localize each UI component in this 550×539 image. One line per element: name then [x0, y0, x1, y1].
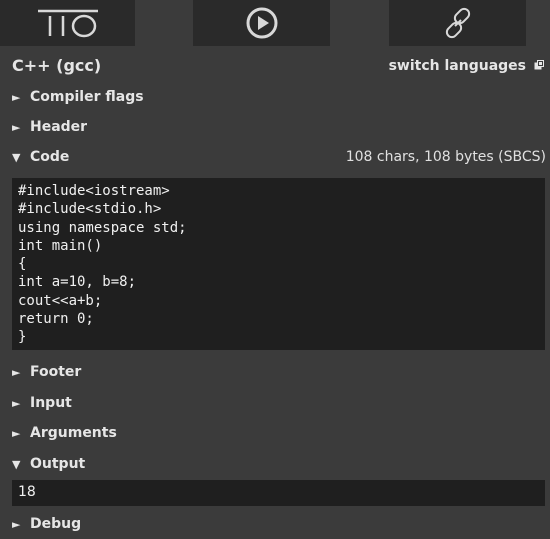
section-label: Input — [30, 395, 72, 411]
collapsed-caret-icon: ► — [12, 121, 21, 134]
code-byte-count: 108 chars, 108 bytes (SBCS) — [345, 149, 546, 165]
tio-home-button[interactable] — [0, 0, 135, 46]
section-header[interactable]: ► Header — [0, 116, 550, 142]
collapsed-caret-icon: ► — [12, 91, 21, 104]
section-output[interactable]: ▼ Output — [0, 453, 550, 479]
section-debug[interactable]: ► Debug — [0, 513, 550, 539]
switch-languages-label: switch languages — [388, 58, 526, 74]
output-field[interactable]: 18 — [12, 480, 545, 506]
permalink-icon — [445, 7, 470, 39]
section-input[interactable]: ► Input — [0, 392, 550, 418]
tio-logo-icon — [37, 9, 98, 38]
run-button[interactable] — [193, 0, 330, 46]
section-label: Header — [30, 119, 88, 135]
external-link-icon — [534, 58, 544, 74]
section-label: Footer — [30, 364, 82, 380]
collapsed-caret-icon: ► — [12, 427, 21, 440]
collapsed-caret-icon: ► — [12, 518, 21, 531]
section-code[interactable]: ▼ Code 108 chars, 108 bytes (SBCS) — [0, 146, 550, 172]
expanded-caret-icon: ▼ — [12, 458, 21, 471]
section-label: Compiler flags — [30, 89, 144, 105]
top-toolbar — [0, 0, 550, 46]
run-icon — [246, 7, 277, 39]
section-label: Arguments — [30, 425, 117, 441]
section-arguments[interactable]: ► Arguments — [0, 422, 550, 448]
language-name: C++ (gcc) — [12, 56, 102, 75]
collapsed-caret-icon: ► — [12, 397, 21, 410]
switch-languages-link[interactable]: switch languages — [389, 58, 544, 74]
section-footer[interactable]: ► Footer — [0, 361, 550, 387]
section-label: Debug — [30, 516, 82, 532]
section-compiler-flags[interactable]: ► Compiler flags — [0, 86, 550, 112]
expanded-caret-icon: ▼ — [12, 151, 21, 164]
code-editor[interactable]: #include<iostream> #include<stdio.h> usi… — [12, 178, 545, 350]
collapsed-caret-icon: ► — [12, 366, 21, 379]
language-row: C++ (gcc) switch languages — [0, 52, 550, 80]
section-label: Output — [30, 456, 86, 472]
permalink-button[interactable] — [389, 0, 526, 46]
section-label: Code — [30, 149, 70, 165]
